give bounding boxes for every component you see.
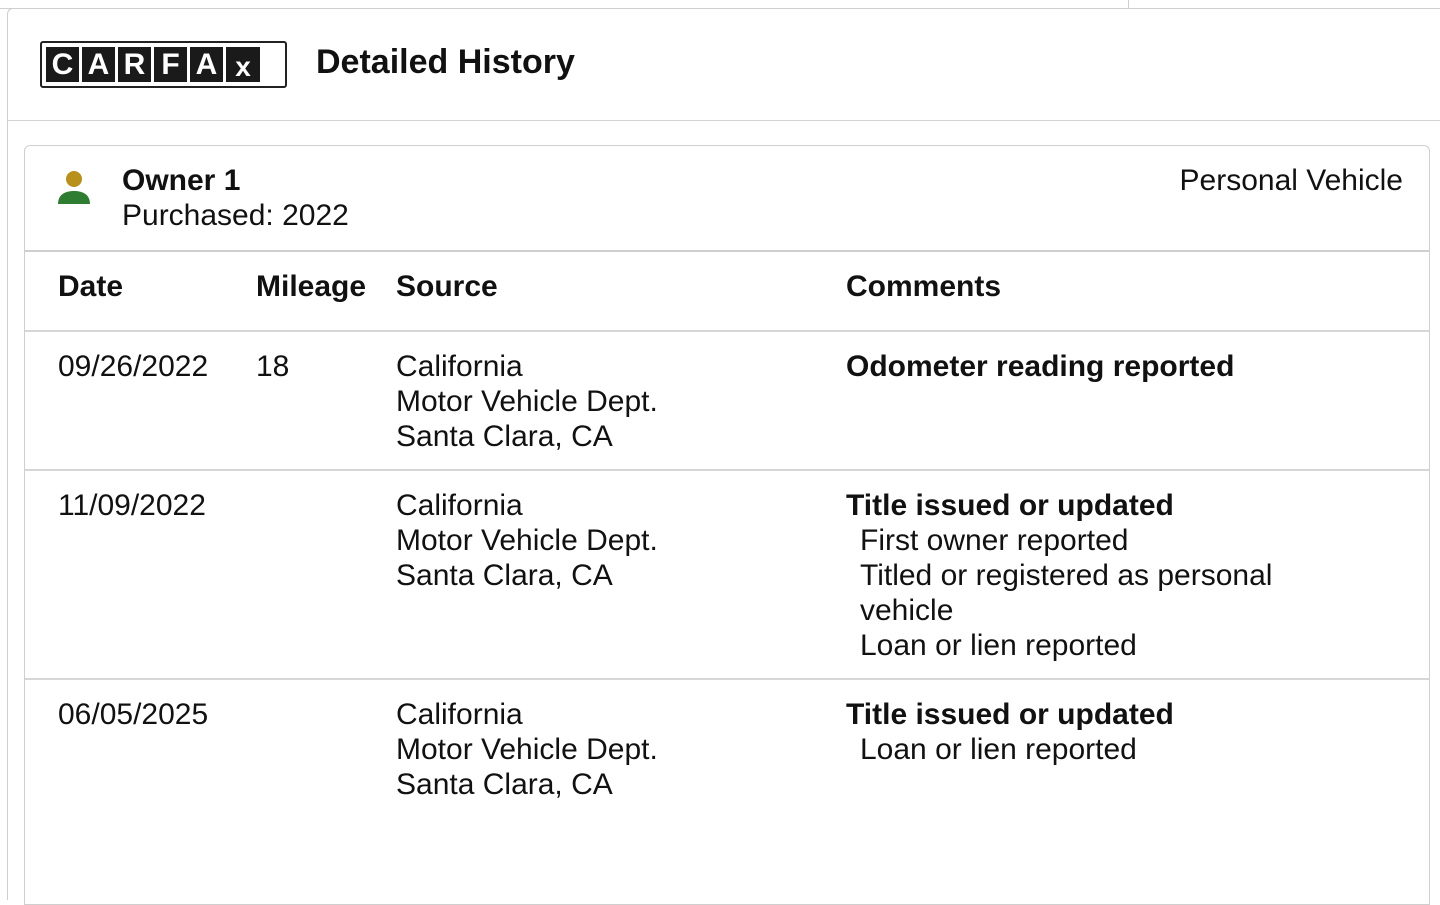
row-comments: Title issued or updated Loan or lien rep… [846, 697, 1366, 767]
row-source: California Motor Vehicle Dept. Santa Cla… [396, 488, 658, 593]
row-mileage: 18 [256, 350, 290, 383]
table-row: 11/09/2022 California Motor Vehicle Dept… [25, 471, 1429, 680]
history-table: Date Mileage Source Comments 09/26/2022 … [25, 250, 1429, 820]
source-line: Santa Clara, CA [396, 420, 613, 453]
row-date: 11/09/2022 [58, 489, 206, 522]
comment-item: Loan or lien reported [860, 733, 1137, 766]
owner-card: Owner 1 Purchased: 2022 Personal Vehicle… [24, 145, 1430, 905]
source-line: California [396, 350, 523, 383]
table-row: 06/05/2025 California Motor Vehicle Dept… [25, 680, 1429, 820]
history-header: C A R F A x Detailed History [8, 9, 1440, 121]
top-strip-divider [1128, 0, 1129, 8]
owner-name: Owner 1 [122, 164, 241, 197]
row-comments: Odometer reading reported [846, 349, 1366, 384]
column-header-date: Date [58, 270, 124, 303]
row-source: California Motor Vehicle Dept. Santa Cla… [396, 697, 658, 802]
comment-item: Titled or registered as personal vehicle [860, 559, 1273, 627]
source-line: Motor Vehicle Dept. [396, 385, 658, 418]
row-date: 06/05/2025 [58, 698, 209, 731]
source-line: Motor Vehicle Dept. [396, 524, 658, 557]
column-header-comments: Comments [846, 270, 1002, 303]
owner-purchased: Purchased: 2022 [122, 199, 349, 232]
row-source: California Motor Vehicle Dept. Santa Cla… [396, 349, 658, 454]
table-row: 09/26/2022 18 California Motor Vehicle D… [25, 332, 1429, 471]
comment-item: First owner reported [860, 524, 1129, 557]
comment-title: Title issued or updated [846, 698, 1174, 731]
owner-bar: Owner 1 Purchased: 2022 Personal Vehicle [25, 146, 1429, 251]
logo-letter: A [190, 47, 223, 82]
source-line: Santa Clara, CA [396, 559, 613, 592]
logo-letter: A [82, 47, 115, 82]
logo-letter: R [118, 47, 151, 82]
row-comments: Title issued or updated First owner repo… [846, 488, 1366, 663]
column-header-source: Source [396, 270, 498, 303]
comment-title: Title issued or updated [846, 489, 1174, 522]
person-icon [58, 171, 90, 204]
logo-letter: x [226, 47, 260, 82]
source-line: Motor Vehicle Dept. [396, 733, 658, 766]
column-header-mileage: Mileage [256, 270, 367, 303]
table-header-row: Date Mileage Source Comments [25, 252, 1429, 332]
source-line: California [396, 698, 523, 731]
source-line: Santa Clara, CA [396, 768, 613, 801]
owner-vehicle-type: Personal Vehicle [1179, 164, 1403, 197]
logo-letter: C [46, 47, 79, 82]
carfax-logo: C A R F A x [40, 41, 287, 88]
logo-letter: F [154, 47, 187, 82]
source-line: California [396, 489, 523, 522]
comment-title: Odometer reading reported [846, 350, 1235, 383]
comment-item: Loan or lien reported [860, 629, 1137, 662]
row-date: 09/26/2022 [58, 350, 209, 383]
page-title: Detailed History [316, 43, 575, 81]
